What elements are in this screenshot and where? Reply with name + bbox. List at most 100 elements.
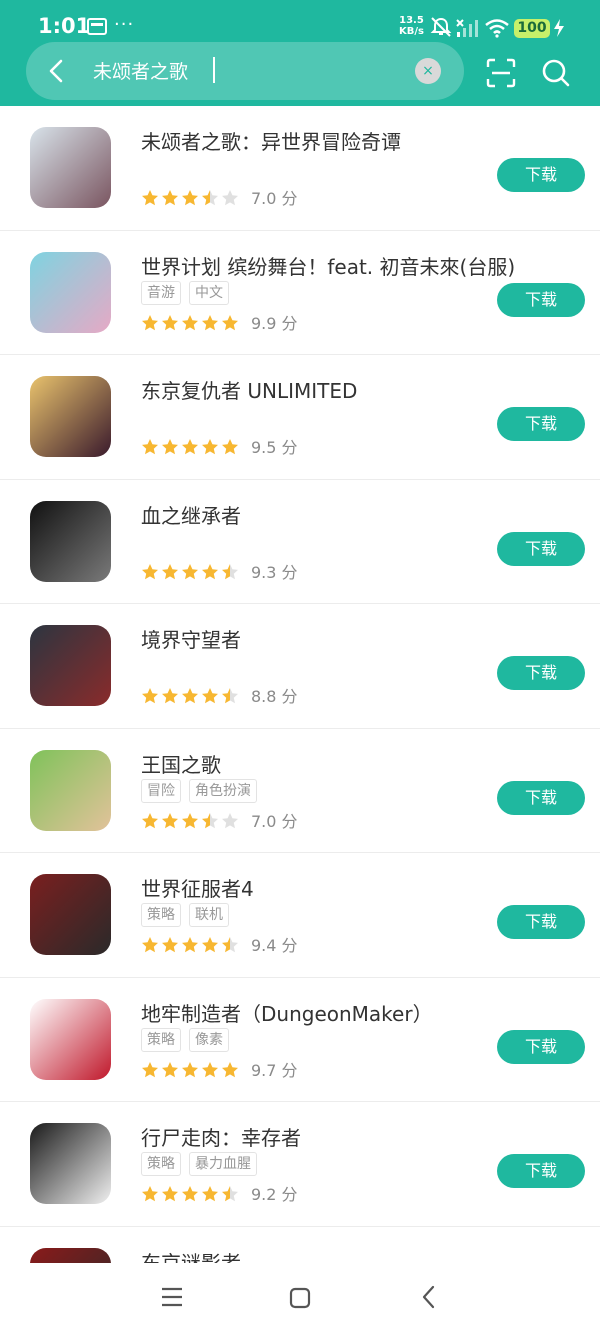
app-list-item[interactable]: 血之继承者 9.3 分 下载	[0, 480, 600, 604]
app-tag: 策略	[141, 1027, 181, 1052]
star-full-icon	[222, 314, 238, 330]
app-tag: 联机	[189, 903, 229, 927]
app-name[interactable]: 地牢制造者（DungeonMaker）	[141, 998, 433, 1027]
star-full-icon	[182, 1061, 198, 1077]
signal-icon	[456, 19, 478, 37]
game-icon-miku[interactable]	[30, 251, 111, 333]
app-name[interactable]: 东京谜影者	[141, 1247, 241, 1264]
star-full-icon	[202, 1186, 218, 1202]
app-name[interactable]: 世界计划 缤纷舞台！feat. 初音未來(台服)	[141, 251, 515, 280]
game-icon-revengers[interactable]	[30, 376, 111, 457]
download-button[interactable]: 下载	[497, 531, 585, 566]
download-button[interactable]: 下载	[497, 656, 585, 690]
game-icon-wolf[interactable]	[30, 625, 111, 706]
star-full-icon	[222, 1061, 238, 1077]
app-tag: 像素	[189, 1027, 229, 1052]
rating-score: 9.3 分	[251, 562, 298, 582]
clear-search-button[interactable]: ×	[415, 58, 441, 84]
star-full-icon	[142, 688, 158, 704]
search-icon[interactable]	[541, 58, 571, 88]
star-full-icon	[142, 937, 158, 953]
network-speed: 13.5 KB/s	[399, 15, 424, 37]
app-list-item[interactable]: 行尸走肉：幸存者 策略 暴力血腥 9.2 分 下载	[0, 1102, 600, 1227]
star-half-icon	[222, 688, 238, 704]
star-half-icon	[222, 563, 238, 579]
back-arrow-icon[interactable]	[40, 54, 74, 88]
game-icon-tokyo[interactable]	[30, 1247, 111, 1263]
search-bar[interactable]: 未颂者之歌 ×	[26, 42, 464, 100]
app-list-item[interactable]: 东京谜影者	[0, 1227, 600, 1264]
star-full-icon	[202, 937, 218, 953]
download-button[interactable]: 下载	[497, 158, 585, 192]
star-half-icon	[222, 1186, 238, 1202]
star-full-icon	[142, 439, 158, 455]
nav-back-icon[interactable]	[418, 1285, 440, 1309]
game-icon-walking-dead[interactable]	[30, 1123, 111, 1204]
star-full-icon	[182, 563, 198, 579]
rating: 9.2 分	[141, 1185, 298, 1205]
rating-score: 7.0 分	[251, 189, 298, 208]
app-list-item[interactable]: 东京复仇者 UNLIMITED 9.5 分 下载	[0, 355, 600, 480]
download-button[interactable]: 下载	[497, 407, 585, 441]
app-name[interactable]: 未颂者之歌：异世界冒险奇谭	[141, 126, 401, 155]
search-input[interactable]: 未颂者之歌	[93, 57, 188, 84]
recent-apps-icon[interactable]	[161, 1287, 183, 1307]
network-speed-value: 13.5	[399, 15, 424, 26]
star-empty-icon	[222, 190, 238, 206]
star-full-icon	[182, 937, 198, 953]
app-name[interactable]: 东京复仇者 UNLIMITED	[141, 375, 357, 404]
star-full-icon	[162, 937, 178, 953]
rating: 9.7 分	[141, 1061, 298, 1081]
download-button[interactable]: 下载	[497, 780, 585, 815]
app-tag: 角色扮演	[189, 778, 257, 803]
star-full-icon	[162, 1186, 178, 1202]
scan-icon[interactable]	[486, 58, 516, 88]
star-full-icon	[142, 812, 158, 828]
app-list-item[interactable]: 未颂者之歌：异世界冒险奇谭 7.0 分 下载	[0, 106, 600, 231]
wifi-icon	[485, 19, 509, 38]
app-name[interactable]: 血之继承者	[141, 500, 241, 529]
star-full-icon	[222, 439, 238, 455]
star-full-icon	[182, 812, 198, 828]
app-tags: 策略 像素	[141, 1027, 237, 1052]
app-name[interactable]: 行尸走肉：幸存者	[141, 1122, 301, 1151]
charging-icon	[554, 19, 564, 37]
app-tags: 策略 暴力血腥	[141, 1152, 265, 1176]
download-button[interactable]: 下载	[497, 1029, 585, 1064]
app-list-item[interactable]: 地牢制造者（DungeonMaker） 策略 像素 9.7 分 下载	[0, 978, 600, 1102]
app-name[interactable]: 王国之歌	[141, 749, 221, 778]
star-full-icon	[142, 190, 158, 206]
download-button[interactable]: 下载	[497, 905, 585, 939]
game-icon-kingdom[interactable]	[30, 749, 111, 831]
download-button[interactable]: 下载	[497, 282, 585, 317]
game-icon-knight[interactable]	[30, 127, 111, 208]
text-caret	[213, 57, 215, 83]
download-button[interactable]: 下载	[497, 1154, 585, 1188]
rating: 7.0 分	[141, 812, 298, 832]
star-full-icon	[142, 563, 158, 579]
search-results-list[interactable]: 未颂者之歌：异世界冒险奇谭 7.0 分下载 世界计划 缤纷舞台！feat. 初音未來…	[0, 106, 600, 1263]
rating-score: 8.8 分	[251, 687, 298, 706]
home-icon[interactable]	[289, 1287, 311, 1309]
app-tag: 冒险	[141, 778, 181, 803]
star-full-icon	[182, 190, 198, 206]
app-list-item[interactable]: 王国之歌 冒险 角色扮演 7.0 分 下载	[0, 729, 600, 853]
app-tag: 策略	[141, 1152, 181, 1176]
status-time: 1:01	[38, 14, 91, 38]
star-full-icon	[182, 439, 198, 455]
game-icon-netmarble[interactable]	[30, 500, 111, 582]
app-tag: 策略	[141, 903, 181, 927]
app-name[interactable]: 境界守望者	[141, 624, 241, 653]
game-icon-dungeon[interactable]	[30, 998, 111, 1080]
app-list-item[interactable]: 世界计划 缤纷舞台！feat. 初音未來(台服) 音游 中文 9.9 分 下载	[0, 231, 600, 355]
app-tag: 音游	[141, 280, 181, 305]
app-list-item[interactable]: 境界守望者 8.8 分 下载	[0, 604, 600, 729]
app-tag: 中文	[189, 280, 229, 305]
star-full-icon	[162, 688, 178, 704]
game-icon-conqueror[interactable]	[30, 874, 111, 955]
more-notifications-icon: ···	[114, 14, 135, 35]
app-list-item[interactable]: 世界征服者4 策略 联机 9.4 分 下载	[0, 853, 600, 978]
app-name[interactable]: 世界征服者4	[141, 873, 254, 902]
star-full-icon	[162, 563, 178, 579]
app-tags: 策略 联机	[141, 903, 237, 927]
